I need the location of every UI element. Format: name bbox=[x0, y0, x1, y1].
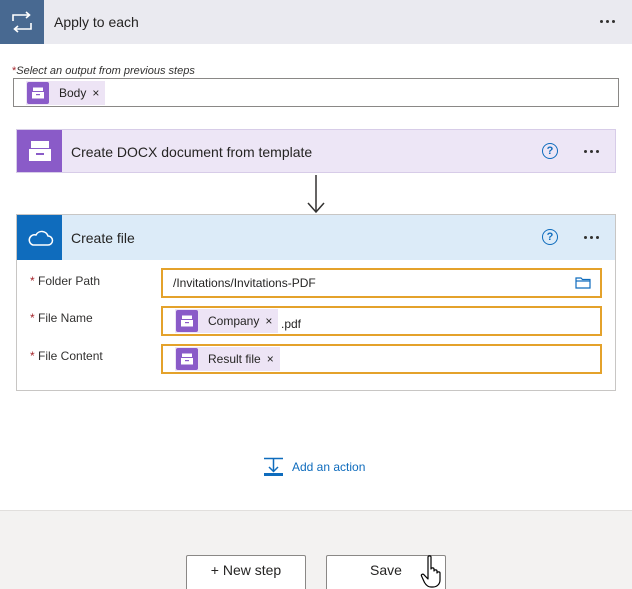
file-name-input[interactable]: Company × .pdf bbox=[161, 306, 602, 336]
down-arrow-icon bbox=[307, 175, 325, 214]
docx-action-title: Create DOCX document from template bbox=[71, 144, 313, 160]
new-step-button[interactable]: + New step bbox=[186, 555, 306, 589]
file-content-label: * File Content bbox=[30, 349, 103, 363]
company-token[interactable]: Company × bbox=[175, 309, 279, 333]
help-icon[interactable]: ? bbox=[542, 143, 558, 159]
hand-cursor-icon bbox=[420, 555, 441, 588]
file-name-suffix: .pdf bbox=[281, 317, 302, 331]
remove-token-button[interactable]: × bbox=[267, 352, 274, 366]
loop-more-options-button[interactable] bbox=[600, 20, 615, 23]
apply-to-each-header[interactable]: Apply to each bbox=[0, 0, 632, 44]
create-file-header[interactable]: Create file ? bbox=[17, 215, 615, 260]
folder-path-input[interactable]: /Invitations/Invitations-PDF bbox=[161, 268, 602, 298]
remove-token-button[interactable]: × bbox=[92, 86, 99, 100]
apply-to-each-title: Apply to each bbox=[54, 14, 139, 30]
remove-token-button[interactable]: × bbox=[265, 314, 272, 328]
folder-browse-icon[interactable] bbox=[575, 276, 591, 289]
help-icon[interactable]: ? bbox=[542, 229, 558, 245]
add-action-icon bbox=[264, 457, 283, 476]
loop-icon bbox=[0, 0, 44, 44]
template-icon bbox=[27, 82, 49, 104]
add-an-action-button[interactable]: Add an action bbox=[263, 456, 365, 478]
select-output-input[interactable]: Body × bbox=[13, 78, 619, 107]
create-file-more-options-button[interactable] bbox=[584, 236, 599, 239]
template-icon bbox=[176, 310, 198, 332]
onedrive-cloud-icon bbox=[17, 215, 62, 260]
select-output-label: *Select an output from previous steps bbox=[12, 65, 195, 77]
footer-bar bbox=[0, 510, 632, 589]
create-file-title: Create file bbox=[71, 230, 135, 246]
create-docx-action-card[interactable]: Create DOCX document from template ? bbox=[16, 129, 616, 173]
file-content-input[interactable]: Result file × bbox=[161, 344, 602, 374]
template-icon bbox=[176, 348, 198, 370]
file-name-label: * File Name bbox=[30, 311, 93, 325]
docx-more-options-button[interactable] bbox=[584, 150, 599, 153]
template-icon bbox=[17, 130, 62, 172]
folder-path-label: * Folder Path bbox=[30, 274, 101, 288]
result-file-token[interactable]: Result file × bbox=[175, 347, 280, 371]
body-token[interactable]: Body × bbox=[26, 81, 106, 105]
